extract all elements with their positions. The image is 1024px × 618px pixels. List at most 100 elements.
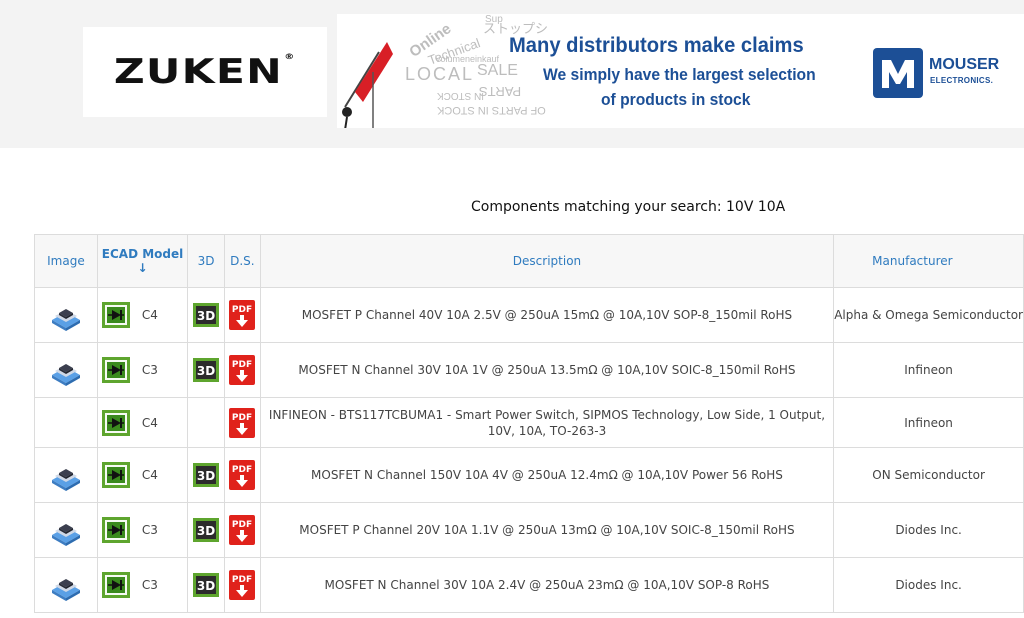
ecad-level: C3 [141, 523, 158, 537]
zuken-logo: ZUKEN® [114, 52, 296, 92]
3d-cell: 3D [187, 287, 225, 343]
3d-model-icon[interactable]: 3D [193, 463, 220, 487]
table-row[interactable]: C4 3D PDF MOSFET P Channel 40V 10A 2.5V … [34, 287, 1024, 343]
ecad-cell: C4 [96, 447, 189, 503]
manufacturer-cell[interactable]: Infineon [833, 342, 1024, 398]
ecad-header-label: ECAD Model [101, 247, 184, 261]
manufacturer-cell[interactable]: ON Semiconductor [833, 447, 1024, 503]
mouser-ad-banner[interactable]: Online Technical LOCAL SALE Volumeneinka… [337, 14, 1024, 128]
svg-text:PDF: PDF [232, 520, 252, 530]
ecad-cell: C3 [96, 557, 189, 613]
3d-cell [187, 397, 225, 448]
ecad-model-icon[interactable] [101, 357, 130, 383]
description-cell[interactable]: MOSFET N Channel 150V 10A 4V @ 250uA 12.… [259, 447, 835, 503]
column-header-ecad[interactable]: ECAD Model ↓ [96, 234, 189, 288]
svg-text:3D: 3D [197, 309, 215, 323]
ecad-level: C4 [141, 468, 158, 482]
ecad-level: C4 [141, 415, 158, 430]
description-cell[interactable]: MOSFET P Channel 40V 10A 2.5V @ 250uA 15… [259, 287, 835, 343]
svg-text:PDF: PDF [232, 360, 252, 370]
mouser-logo-icon [873, 48, 923, 98]
ecad-cell: C4 [96, 397, 189, 448]
datasheet-cell: PDF [223, 287, 261, 343]
manufacturer-cell[interactable]: Diodes Inc. [833, 557, 1024, 613]
svg-text:PDF: PDF [232, 465, 252, 475]
component-chip-icon[interactable] [49, 353, 83, 387]
ecad-model-icon[interactable] [101, 302, 130, 328]
word-cloud-item: MILLIONS OF PARTS IN STOCK [437, 104, 547, 116]
image-cell [34, 502, 98, 558]
pdf-datasheet-icon[interactable]: PDF [229, 515, 256, 545]
ecad-cell: C3 [96, 342, 189, 398]
svg-text:3D: 3D [197, 364, 215, 378]
ecad-model-icon[interactable] [101, 462, 130, 488]
column-header-description[interactable]: Description [259, 234, 835, 288]
component-chip-icon[interactable] [49, 513, 83, 547]
svg-text:3D: 3D [197, 579, 215, 593]
word-cloud-item: SALE [477, 62, 518, 79]
svg-text:PDF: PDF [232, 413, 252, 423]
sort-arrow-icon: ↓ [137, 261, 148, 275]
datasheet-cell: PDF [223, 447, 261, 503]
image-cell [34, 397, 98, 448]
image-cell [34, 447, 98, 503]
mouser-brand-sub: ELECTRONICS. [930, 76, 994, 85]
component-chip-icon[interactable] [49, 298, 83, 332]
pdf-datasheet-icon[interactable]: PDF [229, 460, 256, 490]
3d-model-icon[interactable]: 3D [193, 358, 220, 382]
ecad-model-icon[interactable] [101, 572, 130, 598]
table-row[interactable]: C3 3D PDF MOSFET N Channel 30V 10A 2.4V … [34, 557, 1024, 613]
pdf-datasheet-icon[interactable]: PDF [229, 300, 256, 330]
table-row[interactable]: C3 3D PDF MOSFET N Channel 30V 10A 1V @ … [34, 342, 1024, 398]
column-header-3d[interactable]: 3D [187, 234, 225, 288]
image-cell [34, 557, 98, 613]
svg-text:PDF: PDF [232, 305, 252, 315]
word-cloud-item: Volumeneinkauf [435, 54, 500, 64]
word-cloud-item: Sup [485, 14, 503, 25]
manufacturer-cell[interactable]: Diodes Inc. [833, 502, 1024, 558]
3d-cell: 3D [187, 447, 225, 503]
ecad-cell: C3 [96, 502, 189, 558]
word-cloud-item: PARTS [479, 84, 522, 99]
3d-cell: 3D [187, 557, 225, 613]
word-cloud-item: IN STOCK [437, 90, 485, 101]
mouser-brand-name: MOUSER [929, 56, 1000, 73]
ecad-model-icon[interactable] [101, 409, 130, 436]
pdf-datasheet-icon[interactable]: PDF [229, 355, 256, 385]
ad-line-3: of products in stock [601, 90, 751, 109]
3d-model-icon[interactable]: 3D [193, 303, 220, 327]
3d-model-icon[interactable]: 3D [193, 573, 220, 597]
pdf-datasheet-icon[interactable]: PDF [229, 570, 256, 600]
3d-model-icon[interactable]: 3D [193, 518, 220, 542]
manufacturer-cell[interactable]: Alpha & Omega Semiconductor [833, 287, 1024, 343]
zuken-banner[interactable]: ZUKEN® [83, 27, 327, 117]
column-header-manufacturer[interactable]: Manufacturer [833, 234, 1024, 288]
svg-text:3D: 3D [197, 524, 215, 538]
description-cell[interactable]: MOSFET N Channel 30V 10A 1V @ 250uA 13.5… [259, 342, 835, 398]
search-results-caption: Components matching your search: 10V 10A [471, 199, 786, 215]
ecad-level: C4 [141, 308, 158, 322]
table-row[interactable]: C3 3D PDF MOSFET P Channel 20V 10A 1.1V … [34, 502, 1024, 558]
description-cell[interactable]: MOSFET P Channel 20V 10A 1.1V @ 250uA 13… [259, 502, 835, 558]
ecad-level: C3 [141, 578, 158, 592]
description-cell[interactable]: MOSFET N Channel 30V 10A 2.4V @ 250uA 23… [259, 557, 835, 613]
image-cell [34, 342, 98, 398]
table-row[interactable]: C4 PDF INFINEON - BTS117TCBUMA1 - Smart … [34, 397, 1024, 448]
ecad-cell: C4 [96, 287, 189, 343]
word-cloud-item: LOCAL [405, 64, 475, 84]
component-chip-icon[interactable] [49, 568, 83, 602]
ecad-model-icon[interactable] [101, 517, 130, 543]
datasheet-cell: PDF [223, 557, 261, 613]
column-header-datasheet[interactable]: D.S. [223, 234, 261, 288]
ecad-level: C3 [141, 363, 158, 377]
manufacturer-cell[interactable]: Infineon [833, 397, 1024, 448]
table-row[interactable]: C4 3D PDF MOSFET N Channel 150V 10A 4V @… [34, 447, 1024, 503]
svg-text:PDF: PDF [232, 575, 252, 585]
column-header-image[interactable]: Image [34, 234, 98, 288]
megaphone-illustration [342, 42, 393, 128]
datasheet-cell: PDF [223, 502, 261, 558]
component-chip-icon[interactable] [49, 458, 83, 492]
description-cell[interactable]: INFINEON - BTS117TCBUMA1 - Smart Power S… [259, 397, 835, 448]
datasheet-cell: PDF [223, 342, 261, 398]
pdf-datasheet-icon[interactable]: PDF [229, 407, 256, 438]
